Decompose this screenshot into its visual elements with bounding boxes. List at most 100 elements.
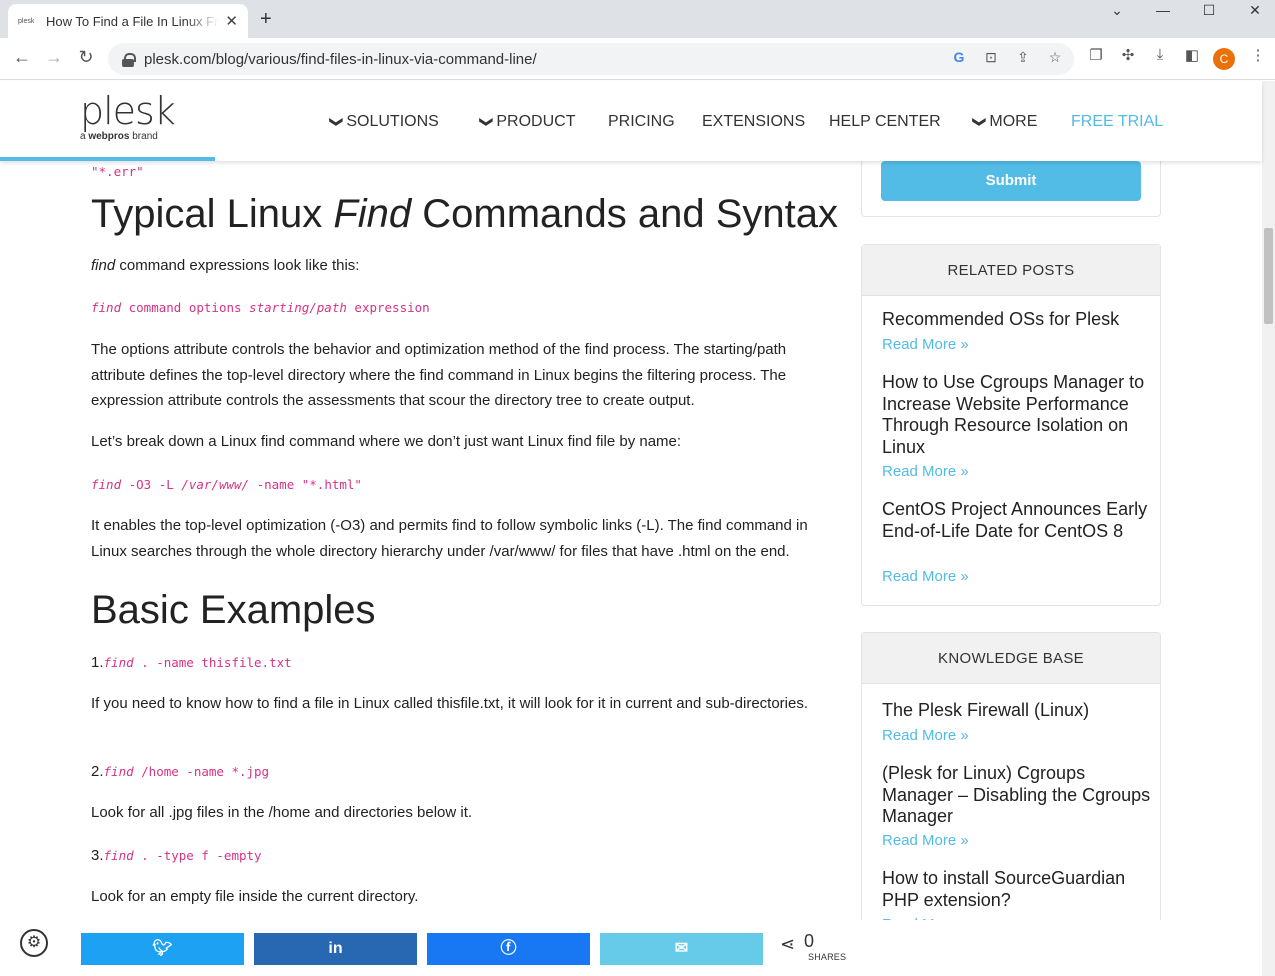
logo-tagline-prefix: a <box>80 131 86 142</box>
chevron-down-icon: ❯ <box>329 116 345 128</box>
browser-tab[interactable]: plesk How To Find a File In Linux From t… <box>8 4 248 38</box>
plesk-logo[interactable]: plesk a webpros brand <box>80 89 176 142</box>
paragraph-breakdown: Let’s break down a Linux find command wh… <box>91 433 682 450</box>
nav-solutions-label: SOLUTIONS <box>346 113 439 130</box>
code-part: find <box>103 655 134 670</box>
share-linkedin-button[interactable]: in <box>254 933 417 965</box>
lock-icon <box>122 52 136 67</box>
paragraph-intro-text: command expressions look like this: <box>115 257 360 274</box>
profile-avatar[interactable]: C <box>1213 48 1235 70</box>
related-post-title[interactable]: CentOS Project Announces Early End-of-Li… <box>882 499 1152 542</box>
example-2-description: Look for all .jpg files in the /home and… <box>91 804 473 821</box>
nav-more[interactable]: ❯ MORE <box>972 113 1038 131</box>
heading-typical-commands: Typical Linux Find Commands and Syntax <box>91 192 838 237</box>
example-1-description: If you need to know how to find a file i… <box>91 695 809 712</box>
minimize-icon[interactable]: — <box>1143 2 1183 18</box>
logo-tagline-suffix: brand <box>132 131 158 142</box>
back-icon[interactable]: ← <box>10 47 34 68</box>
kb-article-title[interactable]: The Plesk Firewall (Linux) <box>882 700 1152 722</box>
close-window-icon[interactable]: ✕ <box>1235 2 1275 19</box>
heading-part: Typical Linux <box>91 192 334 236</box>
tab-title: How To Find a File In Linux From the Com… <box>46 13 219 29</box>
code-part: expression <box>346 300 430 315</box>
kb-article-title[interactable]: How to install SourceGuardian PHP extens… <box>882 868 1152 911</box>
page-content: "*.err" Typical Linux Find Commands and … <box>0 161 1262 976</box>
share-page-icon[interactable]: ⇪ <box>1012 49 1034 66</box>
code-part: find <box>91 477 122 492</box>
chevron-down-icon: ❯ <box>479 116 495 128</box>
reload-icon[interactable]: ↻ <box>74 47 98 68</box>
url-text: plesk.com/blog/various/find-files-in-lin… <box>144 50 537 68</box>
address-bar[interactable]: plesk.com/blog/various/find-files-in-lin… <box>108 43 1074 75</box>
related-posts-title: RELATED POSTS <box>862 245 1160 296</box>
code-part: /home -name *.jpg <box>133 764 270 779</box>
code-part: -O3 -L <box>121 477 182 492</box>
kb-article-title[interactable]: (Plesk for Linux) Cgroups Manager – Disa… <box>882 763 1152 828</box>
read-more-link[interactable]: Read More » <box>882 727 969 744</box>
side-panel-icon[interactable]: ◧ <box>1180 46 1204 64</box>
favicon: plesk <box>18 17 35 25</box>
code-example-2: 2.find /home -name *.jpg <box>91 763 269 780</box>
nav-pricing[interactable]: PRICING <box>608 113 675 131</box>
browser-toolbar: ← → ↻ plesk.com/blog/various/find-files-… <box>0 38 1275 80</box>
code-part: . -type f -empty <box>133 848 262 863</box>
nav-more-label: MORE <box>989 113 1038 130</box>
translate-icon[interactable]: ⊡ <box>980 49 1002 66</box>
facebook-icon: ⓕ <box>500 940 517 957</box>
read-more-link[interactable]: Read More » <box>882 832 969 849</box>
google-icon[interactable]: G <box>948 49 970 65</box>
code-part: . -name thisfile.txt <box>133 655 292 670</box>
submit-button[interactable]: Submit <box>881 161 1141 201</box>
email-icon: ✉ <box>674 940 689 957</box>
code-example-3: 3.find . -type f -empty <box>91 847 262 864</box>
read-more-link[interactable]: Read More » <box>882 463 969 480</box>
share-twitter-button[interactable]: 🐦︎ <box>81 933 244 965</box>
maximize-icon[interactable]: ☐ <box>1189 2 1229 19</box>
logo-wordmark: plesk <box>80 89 176 133</box>
settings-gear-icon[interactable]: ⚙ <box>20 929 48 957</box>
share-email-button[interactable]: ✉ <box>600 933 763 965</box>
share-facebook-button[interactable]: ⓕ <box>427 933 590 965</box>
browser-menu-icon[interactable]: ⋮ <box>1246 46 1270 64</box>
tab-search-icon[interactable]: ⌄ <box>1097 2 1137 19</box>
forward-icon[interactable]: → <box>42 47 66 68</box>
code-part: starting/path <box>249 300 347 315</box>
nav-help-center[interactable]: HELP CENTER <box>829 113 941 131</box>
example-number: 1. <box>91 654 104 671</box>
linkedin-icon: in <box>328 940 343 957</box>
chevron-down-icon: ❯ <box>972 116 988 128</box>
nav-free-trial[interactable]: FREE TRIAL <box>1071 113 1163 131</box>
share-bar: ⚙ 🐦︎ in ⓕ ✉ ⋖ 0 SHARES <box>0 920 1262 976</box>
related-post-title[interactable]: How to Use Cgroups Manager to Increase W… <box>882 372 1152 458</box>
nav-product[interactable]: ❯ PRODUCT <box>479 113 576 131</box>
extension-copy-icon[interactable]: ❐ <box>1084 46 1108 64</box>
code-syntax: find command options starting/path expre… <box>91 300 430 315</box>
emphasis-find: find <box>91 257 116 274</box>
knowledge-base-title: KNOWLEDGE BASE <box>862 633 1160 684</box>
paragraph-intro: find command expressions look like this: <box>91 253 841 279</box>
code-part: find <box>91 300 122 315</box>
read-more-link[interactable]: Read More » <box>882 336 969 353</box>
page-scrollbar-thumb[interactable] <box>1264 228 1273 324</box>
share-count: ⋖ 0 SHARES <box>780 931 846 962</box>
example-number: 2. <box>91 763 104 780</box>
read-more-link[interactable]: Read More » <box>882 568 969 585</box>
new-tab-icon[interactable]: + <box>260 8 272 31</box>
code-part: /var/www/ <box>181 477 250 492</box>
example-number: 3. <box>91 847 104 864</box>
extensions-puzzle-icon[interactable]: ✣ <box>1116 46 1140 64</box>
example-3-description: Look for an empty file inside the curren… <box>91 888 419 905</box>
nav-extensions[interactable]: EXTENSIONS <box>702 113 805 131</box>
bookmark-star-icon[interactable]: ☆ <box>1044 49 1066 66</box>
nav-product-label: PRODUCT <box>496 113 576 130</box>
share-icon: ⋖ <box>780 934 796 954</box>
code-example-html: find -O3 -L /var/www/ -name "*.html" <box>91 477 362 492</box>
share-count-number: 0 <box>804 931 815 951</box>
related-post-title[interactable]: Recommended OSs for Plesk <box>882 309 1152 331</box>
code-snippet-err: "*.err" <box>91 164 144 179</box>
page-scrollbar-track[interactable] <box>1262 81 1275 976</box>
nav-solutions[interactable]: ❯ SOLUTIONS <box>329 113 439 131</box>
download-icon[interactable]: ⤓ <box>1148 46 1172 63</box>
related-posts-widget: RELATED POSTS Recommended OSs for Plesk … <box>861 244 1161 606</box>
close-tab-icon[interactable]: ✕ <box>225 12 238 30</box>
